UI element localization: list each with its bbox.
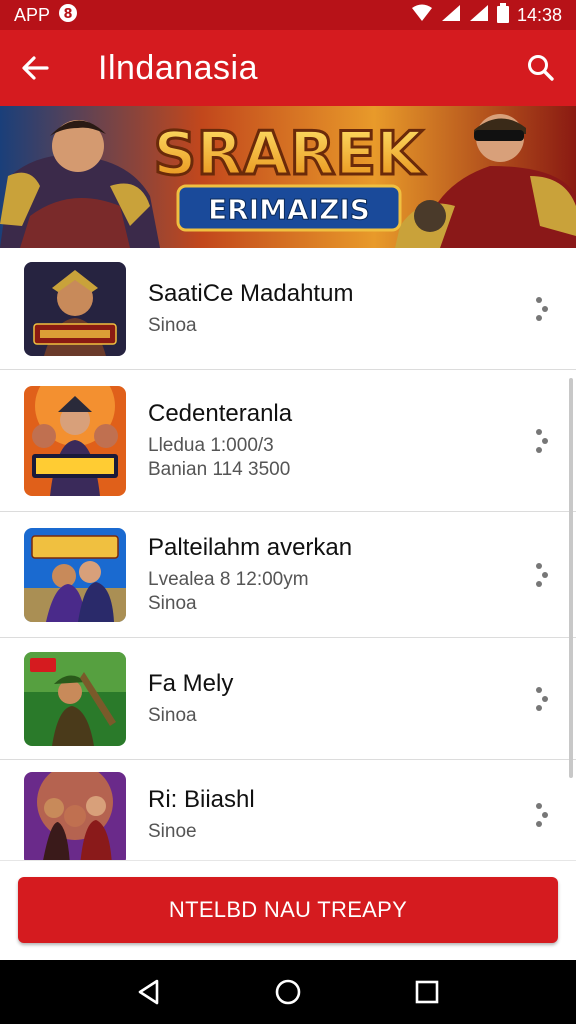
bottom-action-area: NTELBD NAU TREAPY bbox=[0, 860, 576, 960]
game-subtitle: Sinoa bbox=[148, 592, 197, 614]
status-bar: APP 8 14:38 bbox=[0, 0, 576, 30]
list-item-texts: Palteilahm averkan Lvealea 8 12:00ym Sin… bbox=[148, 534, 576, 616]
game-list: SaatiCe Madahtum Sinoa Cedenteranla Lled… bbox=[0, 248, 576, 860]
promo-banner[interactable]: SRAREK ERIMAIZIS bbox=[0, 106, 576, 248]
game-info-line: Banian 114 3500 bbox=[148, 458, 291, 480]
game-thumbnail bbox=[24, 385, 126, 496]
home-circle-icon[interactable] bbox=[258, 962, 318, 1022]
primary-action-button[interactable]: NTELBD NAU TREAPY bbox=[18, 877, 558, 943]
list-item-texts: Cedenteranla Lledua 1:000/3 Banian 114 3… bbox=[148, 400, 576, 482]
more-options-icon[interactable] bbox=[532, 426, 552, 456]
more-options-icon[interactable] bbox=[532, 560, 552, 590]
list-item[interactable]: Ri: Biiashl Sinoe bbox=[0, 760, 576, 860]
notification-icon: 8 bbox=[58, 3, 78, 28]
svg-text:8: 8 bbox=[64, 7, 73, 22]
svg-text:ERIMAIZIS: ERIMAIZIS bbox=[208, 193, 370, 226]
banner-title: SRAREK ERIMAIZIS bbox=[152, 118, 427, 232]
svg-text:SRAREK: SRAREK bbox=[153, 119, 425, 189]
banner-artwork: SRAREK ERIMAIZIS bbox=[0, 106, 576, 248]
status-right: 14:38 bbox=[411, 2, 562, 28]
game-subtitle: Sinoa bbox=[148, 314, 197, 336]
status-app-label: APP bbox=[14, 4, 51, 25]
more-options-icon[interactable] bbox=[532, 294, 552, 324]
battery-icon bbox=[496, 2, 509, 28]
system-nav-bar bbox=[0, 960, 576, 1024]
list-item[interactable]: Cedenteranla Lledua 1:000/3 Banian 114 3… bbox=[0, 370, 576, 512]
list-item-texts: SaatiCe Madahtum Sinoa bbox=[148, 280, 576, 338]
more-options-icon[interactable] bbox=[532, 800, 552, 830]
status-left: APP 8 bbox=[14, 3, 78, 28]
recents-square-icon[interactable] bbox=[397, 962, 457, 1022]
back-arrow-icon[interactable] bbox=[0, 30, 70, 106]
game-name: Cedenteranla bbox=[148, 399, 293, 427]
list-item-texts: Ri: Biiashl Sinoe bbox=[148, 772, 576, 844]
game-subtitle: Sinoe bbox=[148, 821, 197, 842]
list-item[interactable]: Fa Mely Sinoa bbox=[0, 638, 576, 760]
more-options-icon[interactable] bbox=[532, 684, 552, 714]
signal-icon-2 bbox=[469, 4, 489, 27]
app-bar: Ilndanasia bbox=[0, 30, 576, 106]
game-thumbnail bbox=[24, 772, 126, 860]
list-item-texts: Fa Mely Sinoa bbox=[148, 670, 576, 728]
game-subtitle: Sinoa bbox=[148, 704, 197, 726]
wifi-icon bbox=[411, 4, 433, 27]
search-icon[interactable] bbox=[506, 30, 576, 106]
game-info-line: Lvealea 8 12:00ym bbox=[148, 568, 309, 590]
scrollbar[interactable] bbox=[569, 378, 573, 778]
game-name: SaatiCe Madahtum bbox=[148, 279, 354, 307]
signal-icon bbox=[441, 4, 461, 27]
page-title: Ilndanasia bbox=[98, 48, 259, 87]
game-thumbnail bbox=[24, 651, 126, 746]
game-thumbnail bbox=[24, 527, 126, 622]
list-item[interactable]: Palteilahm averkan Lvealea 8 12:00ym Sin… bbox=[0, 512, 576, 638]
game-info-line: Lledua 1:000/3 bbox=[148, 434, 274, 456]
game-name: Palteilahm averkan bbox=[148, 533, 353, 561]
game-thumbnail bbox=[24, 261, 126, 356]
list-item[interactable]: SaatiCe Madahtum Sinoa bbox=[0, 248, 576, 370]
back-triangle-icon[interactable] bbox=[119, 962, 179, 1022]
status-time: 14:38 bbox=[516, 4, 562, 25]
game-name: Ri: Biiashl bbox=[148, 786, 255, 813]
game-name: Fa Mely bbox=[148, 669, 234, 697]
